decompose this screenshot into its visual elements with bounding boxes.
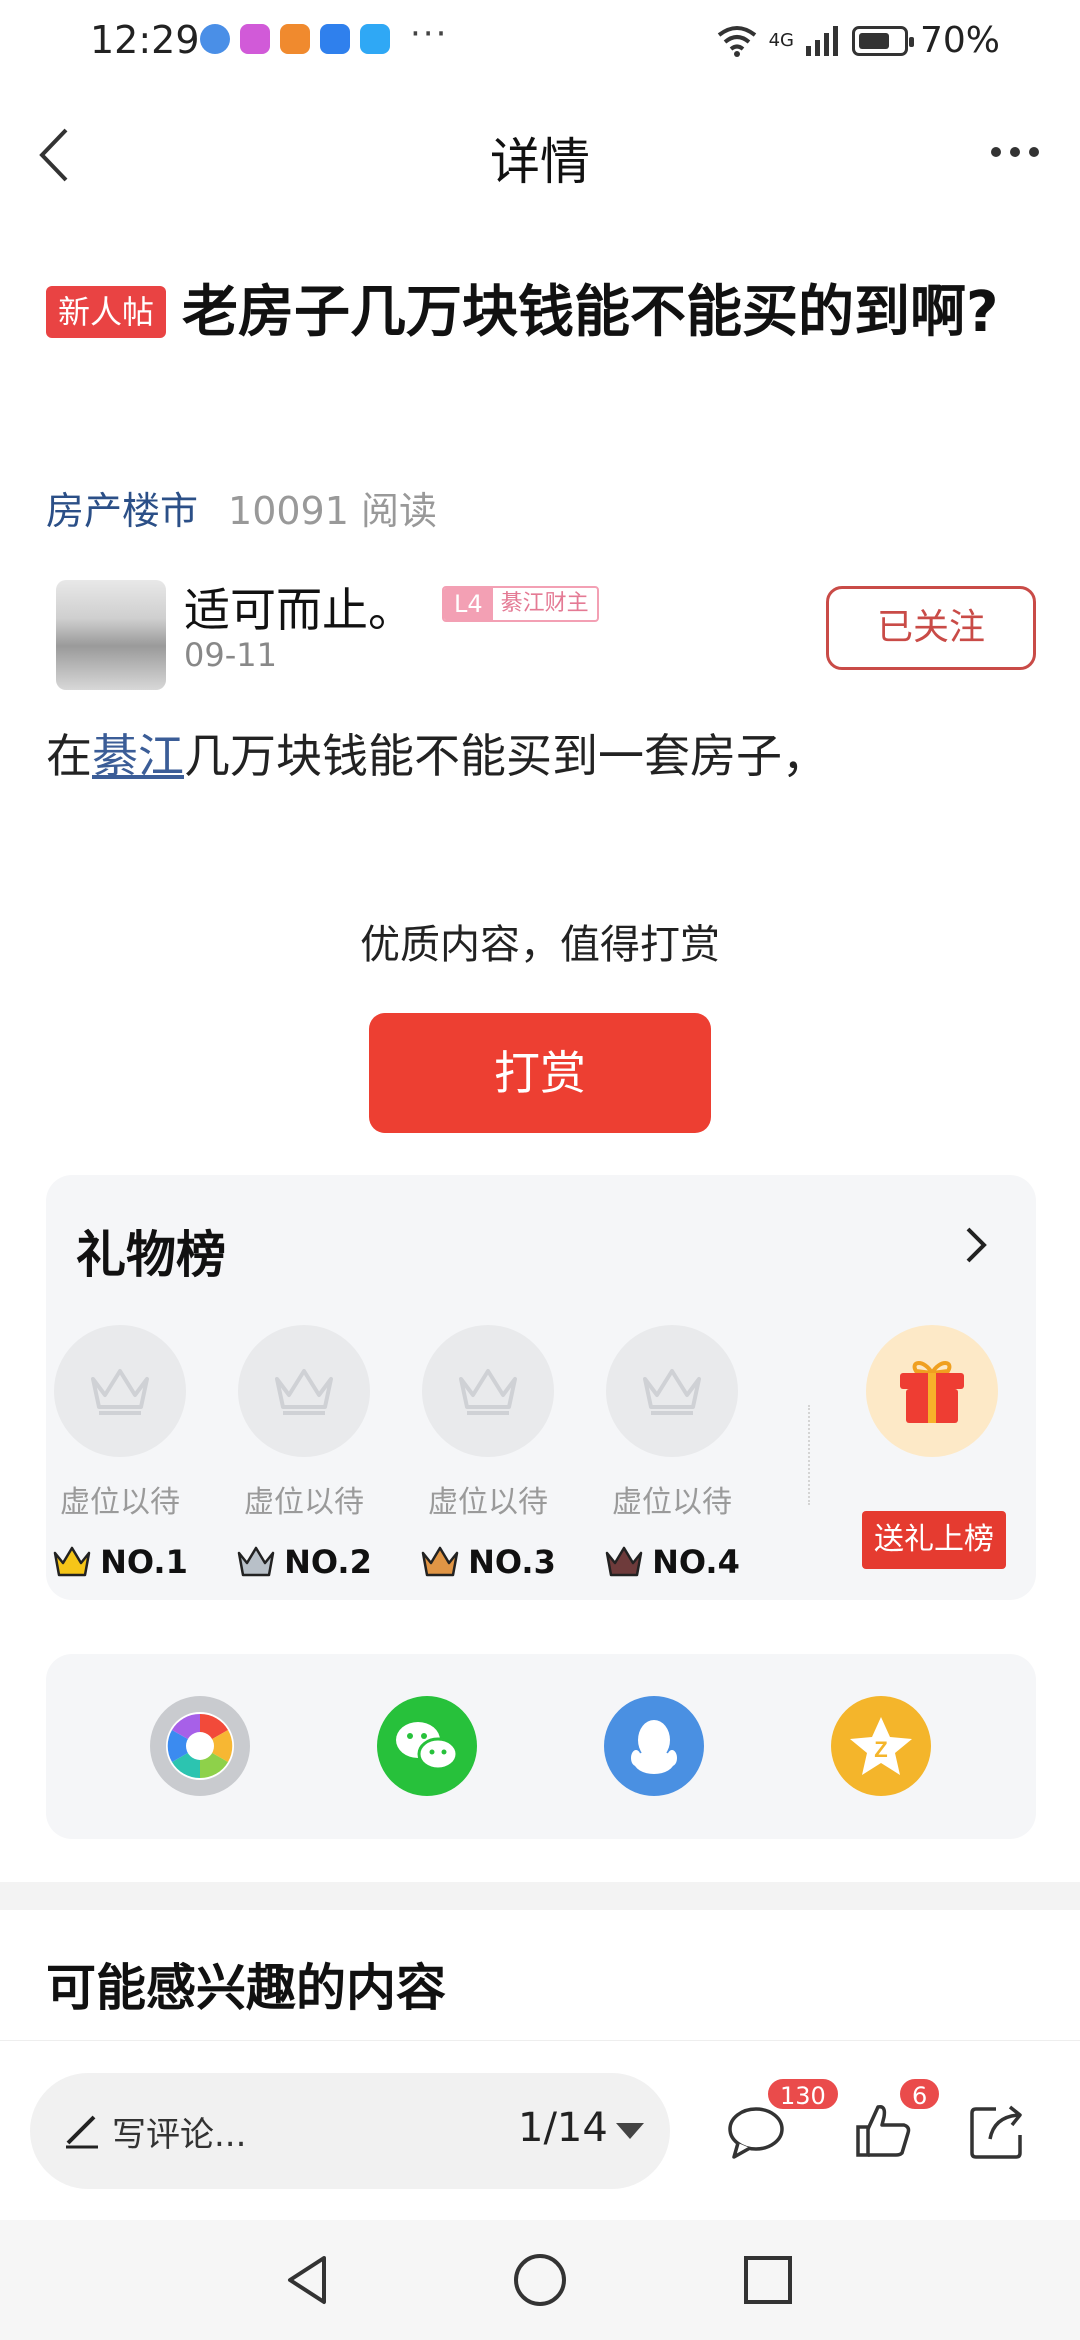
rank-label: NO.3 bbox=[418, 1543, 558, 1581]
place-link[interactable]: 綦江 bbox=[92, 729, 184, 783]
system-nav-bar bbox=[0, 2220, 1080, 2340]
share-icon[interactable] bbox=[966, 2099, 1030, 2163]
dark-crown-icon bbox=[605, 1546, 643, 1577]
page-indicator[interactable]: 1/14 bbox=[518, 2105, 608, 2151]
wifi-icon bbox=[717, 25, 756, 57]
nav-back-icon[interactable] bbox=[278, 2250, 338, 2310]
post-date: 09-11 bbox=[184, 636, 277, 674]
follow-button[interactable]: 已关注 bbox=[826, 586, 1036, 670]
silver-crown-icon bbox=[237, 1546, 275, 1577]
new-user-post-tag: 新人帖 bbox=[46, 286, 167, 338]
more-options-icon[interactable] bbox=[980, 132, 1050, 172]
share-row: Z bbox=[46, 1654, 1036, 1839]
comment-input[interactable]: 写评论... 1/14 bbox=[30, 2073, 670, 2189]
bottom-action-bar: 写评论... 1/14 130 6 bbox=[0, 2040, 1080, 2220]
network-type: 4G bbox=[768, 30, 794, 51]
rank-divider bbox=[808, 1405, 810, 1505]
status-time: 12:29 bbox=[90, 18, 200, 62]
send-gift-button[interactable]: 送礼上榜 bbox=[862, 1511, 1006, 1569]
user-level-badge: L4 綦江财主 bbox=[442, 586, 599, 622]
rank-caption: 虚位以待 bbox=[428, 1485, 548, 1520]
gift-board: 礼物榜 虚位以待 NO.1 虚位以待 NO.2 虚位以待 NO.3 虚位以待 N… bbox=[46, 1175, 1036, 1600]
gift-box-icon[interactable] bbox=[866, 1325, 998, 1457]
status-more-icon: ··· bbox=[410, 14, 449, 54]
app-notification-icon bbox=[360, 24, 390, 54]
nav-recents-icon[interactable] bbox=[738, 2250, 798, 2310]
category-link[interactable]: 房产楼市 bbox=[46, 480, 198, 535]
gold-crown-icon bbox=[53, 1546, 91, 1577]
nav-home-icon[interactable] bbox=[510, 2250, 570, 2310]
app-notification-icon bbox=[200, 24, 230, 54]
body-text: 在 bbox=[46, 729, 92, 783]
page-title: 详情 bbox=[490, 133, 590, 191]
status-indicators: 4G 70% bbox=[717, 20, 1000, 61]
author-name[interactable]: 适可而止。 bbox=[184, 574, 414, 640]
recommended-section-title: 可能感兴趣的内容 bbox=[46, 1959, 446, 2017]
moments-icon[interactable] bbox=[150, 1696, 250, 1796]
author-row: 适可而止。 L4 綦江财主 09-11 已关注 bbox=[46, 570, 1036, 690]
signal-icon bbox=[805, 25, 838, 56]
like-count-badge: 6 bbox=[898, 2077, 942, 2111]
rank-caption: 虚位以待 bbox=[60, 1485, 180, 1520]
empty-crown-icon bbox=[606, 1325, 738, 1457]
post-title-text: 老房子几万块钱能不能买的到啊? bbox=[182, 280, 999, 345]
qzone-icon[interactable]: Z bbox=[831, 1696, 931, 1796]
pen-icon bbox=[66, 2115, 98, 2149]
post-meta: 房产楼市 10091 阅读 bbox=[46, 480, 437, 535]
rank-number: NO.3 bbox=[468, 1543, 556, 1581]
caret-down-icon[interactable] bbox=[616, 2123, 644, 2139]
post-title: 新人帖 老房子几万块钱能不能买的到啊? bbox=[46, 270, 1026, 356]
qq-icon[interactable] bbox=[604, 1696, 704, 1796]
battery-icon bbox=[851, 25, 914, 56]
status-app-icons bbox=[200, 24, 390, 54]
read-count: 10091 阅读 bbox=[228, 489, 437, 533]
reward-prompt: 优质内容，值得打赏 bbox=[360, 922, 720, 968]
rank-slot[interactable]: 虚位以待 NO.3 bbox=[418, 1325, 558, 1581]
rank-caption: 虚位以待 bbox=[612, 1485, 732, 1520]
rank-number: NO.4 bbox=[652, 1543, 740, 1581]
reward-button[interactable]: 打赏 bbox=[369, 1013, 711, 1133]
section-divider bbox=[0, 1882, 1080, 1910]
rank-slot[interactable]: 虚位以待 NO.2 bbox=[234, 1325, 374, 1581]
svg-text:Z: Z bbox=[874, 1737, 887, 1762]
rank-slot[interactable]: 虚位以待 NO.4 bbox=[602, 1325, 742, 1581]
rank-label: NO.4 bbox=[602, 1543, 742, 1581]
gift-board-title: 礼物榜 bbox=[76, 1226, 226, 1284]
comment-count-badge: 130 bbox=[766, 2077, 840, 2111]
post-body: 在綦江几万块钱能不能买到一套房子， bbox=[46, 720, 828, 786]
nav-header: 详情 bbox=[0, 100, 1080, 210]
avatar[interactable] bbox=[56, 580, 166, 690]
level-title: 綦江财主 bbox=[500, 591, 589, 616]
app-notification-icon bbox=[280, 24, 310, 54]
empty-crown-icon bbox=[422, 1325, 554, 1457]
chevron-right-icon[interactable] bbox=[956, 1221, 996, 1269]
empty-crown-icon bbox=[54, 1325, 186, 1457]
rank-slot[interactable]: 虚位以待 NO.1 bbox=[50, 1325, 190, 1581]
bronze-crown-icon bbox=[421, 1546, 459, 1577]
empty-crown-icon bbox=[238, 1325, 370, 1457]
wechat-icon[interactable] bbox=[377, 1696, 477, 1796]
battery-percent: 70% bbox=[919, 20, 1000, 61]
status-bar: 12:29 ··· 4G 70% bbox=[0, 0, 1080, 84]
app-notification-icon bbox=[240, 24, 270, 54]
rank-caption: 虚位以待 bbox=[244, 1485, 364, 1520]
rank-label: NO.2 bbox=[234, 1543, 374, 1581]
body-text: 几万块钱能不能买到一套房子， bbox=[184, 729, 828, 783]
level-number: L4 bbox=[444, 588, 493, 620]
rank-label: NO.1 bbox=[50, 1543, 190, 1581]
app-notification-icon bbox=[320, 24, 350, 54]
rank-number: NO.2 bbox=[284, 1543, 372, 1581]
comment-placeholder: 写评论... bbox=[112, 2115, 247, 2155]
rank-number: NO.1 bbox=[100, 1543, 188, 1581]
